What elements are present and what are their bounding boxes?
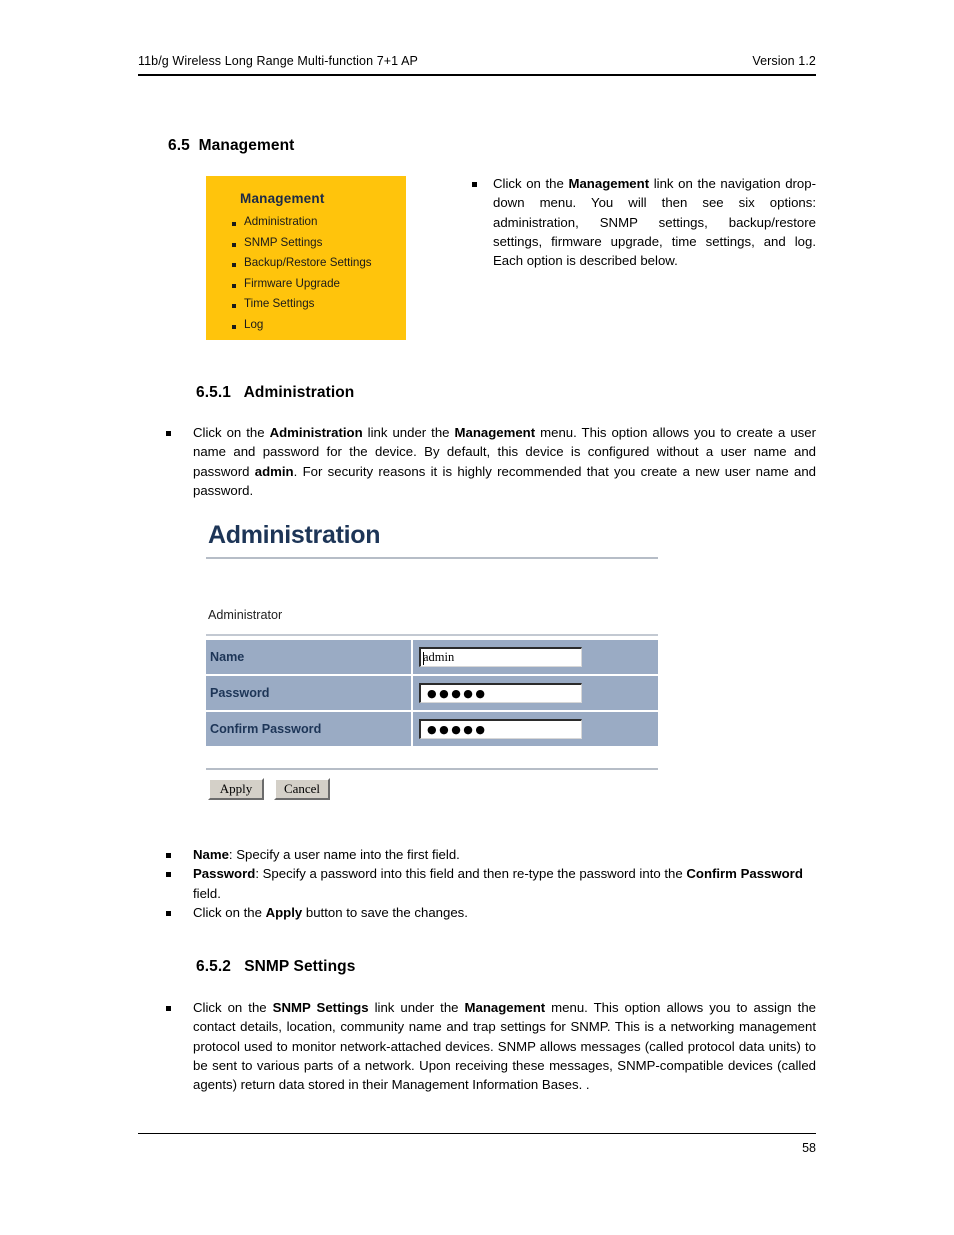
heading-6-5-2-snmp-settings: 6.5.2 SNMP Settings: [196, 958, 356, 975]
administration-intro-text: Click on the Administration link under t…: [193, 425, 816, 498]
field-label-confirm-password: Confirm Password: [206, 712, 413, 746]
menu-item-label: Backup/Restore Settings: [244, 256, 372, 269]
snmp-intro-bullet: Click on the SNMP Settings link under th…: [166, 998, 816, 1094]
menu-item-time-settings[interactable]: Time Settings: [232, 294, 406, 315]
menu-item-label: Administration: [244, 215, 318, 228]
square-bullet-icon: [232, 324, 236, 329]
administrator-fields-table: Name admin Password ●●●●● Confirm Passwo…: [206, 640, 658, 746]
square-bullet-icon: [166, 910, 171, 916]
field-label-name: Name: [206, 640, 413, 674]
footer: 58: [138, 1140, 816, 1156]
square-bullet-icon: [166, 1006, 171, 1011]
menu-figure-title: Management: [240, 191, 325, 206]
table-row: Confirm Password ●●●●●: [206, 712, 658, 746]
square-bullet-icon: [166, 853, 171, 858]
apply-button[interactable]: Apply: [208, 778, 264, 800]
header-product-title: 11b/g Wireless Long Range Multi-function…: [138, 54, 418, 68]
menu-item-snmp-settings[interactable]: SNMP Settings: [232, 233, 406, 254]
square-bullet-icon: [166, 872, 171, 878]
figure-divider-top: [206, 557, 658, 559]
menu-item-firmware-upgrade[interactable]: Firmware Upgrade: [232, 274, 406, 295]
management-menu-figure: Management Administration SNMP Settings …: [206, 176, 406, 340]
menu-item-administration[interactable]: Administration: [232, 212, 406, 233]
text-caret-icon: [423, 652, 424, 665]
square-bullet-icon: [232, 283, 236, 288]
menu-item-label: SNMP Settings: [244, 235, 323, 249]
menu-item-label: Time Settings: [244, 297, 315, 310]
management-intro-bullet: Click on the Management link on the navi…: [472, 174, 816, 270]
figure-divider-bottom: [206, 768, 658, 770]
heading-6-5-management: 6.5 Management: [168, 137, 295, 154]
square-bullet-icon: [166, 431, 171, 436]
header-divider: [138, 74, 816, 76]
name-input[interactable]: admin: [419, 647, 582, 667]
running-header: 11b/g Wireless Long Range Multi-function…: [138, 54, 816, 69]
administration-intro-bullet: Click on the Administration link under t…: [166, 423, 816, 500]
square-bullet-icon: [472, 182, 477, 187]
name-input-value: admin: [423, 650, 455, 664]
menu-item-label: Firmware Upgrade: [244, 276, 340, 290]
menu-item-backup-restore-settings[interactable]: Backup/Restore Settings: [232, 253, 406, 274]
menu-item-label: Log: [244, 317, 264, 331]
square-bullet-icon: [232, 222, 236, 226]
administration-form-figure: Administration Administrator Name admin …: [206, 518, 658, 818]
document-page: 11b/g Wireless Long Range Multi-function…: [0, 0, 954, 1235]
list-item: Password: Specify a password into this f…: [166, 864, 818, 903]
field-note-text: Password: Specify a password into this f…: [193, 866, 803, 901]
field-note-text: Click on the Apply button to save the ch…: [193, 904, 468, 920]
snmp-intro-text: Click on the SNMP Settings link under th…: [193, 1000, 816, 1093]
management-menu-list: Administration SNMP Settings Backup/Rest…: [232, 212, 406, 335]
password-input[interactable]: ●●●●●: [419, 683, 582, 703]
figure-divider-mid: [206, 634, 658, 636]
list-item: Name: Specify a user name into the first…: [166, 845, 818, 864]
menu-item-log[interactable]: Log: [232, 315, 406, 336]
square-bullet-icon: [232, 304, 236, 308]
footer-divider: [138, 1133, 816, 1134]
field-note-text: Name: Specify a user name into the first…: [193, 847, 460, 862]
administration-figure-title: Administration: [208, 521, 381, 549]
confirm-password-input[interactable]: ●●●●●: [419, 719, 582, 739]
square-bullet-icon: [232, 242, 236, 247]
form-button-bar: Apply Cancel: [206, 778, 658, 800]
table-row: Password ●●●●●: [206, 676, 658, 712]
page-number: 58: [802, 1141, 816, 1155]
field-cell-confirm-password: ●●●●●: [413, 712, 658, 746]
list-item: Click on the Apply button to save the ch…: [166, 903, 818, 922]
heading-6-5-1-administration: 6.5.1 Administration: [196, 384, 355, 401]
management-intro-text: Click on the Management link on the navi…: [493, 176, 816, 269]
password-input-value: ●●●●●: [427, 687, 488, 700]
cancel-button[interactable]: Cancel: [274, 778, 330, 800]
field-cell-name: admin: [413, 640, 658, 674]
confirm-password-input-value: ●●●●●: [427, 723, 488, 736]
square-bullet-icon: [232, 263, 236, 267]
table-row: Name admin: [206, 640, 658, 676]
header-version: Version 1.2: [752, 54, 816, 68]
field-cell-password: ●●●●●: [413, 676, 658, 710]
field-notes-list: Name: Specify a user name into the first…: [166, 845, 818, 922]
administrator-section-label: Administrator: [208, 608, 283, 622]
field-label-password: Password: [206, 676, 413, 710]
